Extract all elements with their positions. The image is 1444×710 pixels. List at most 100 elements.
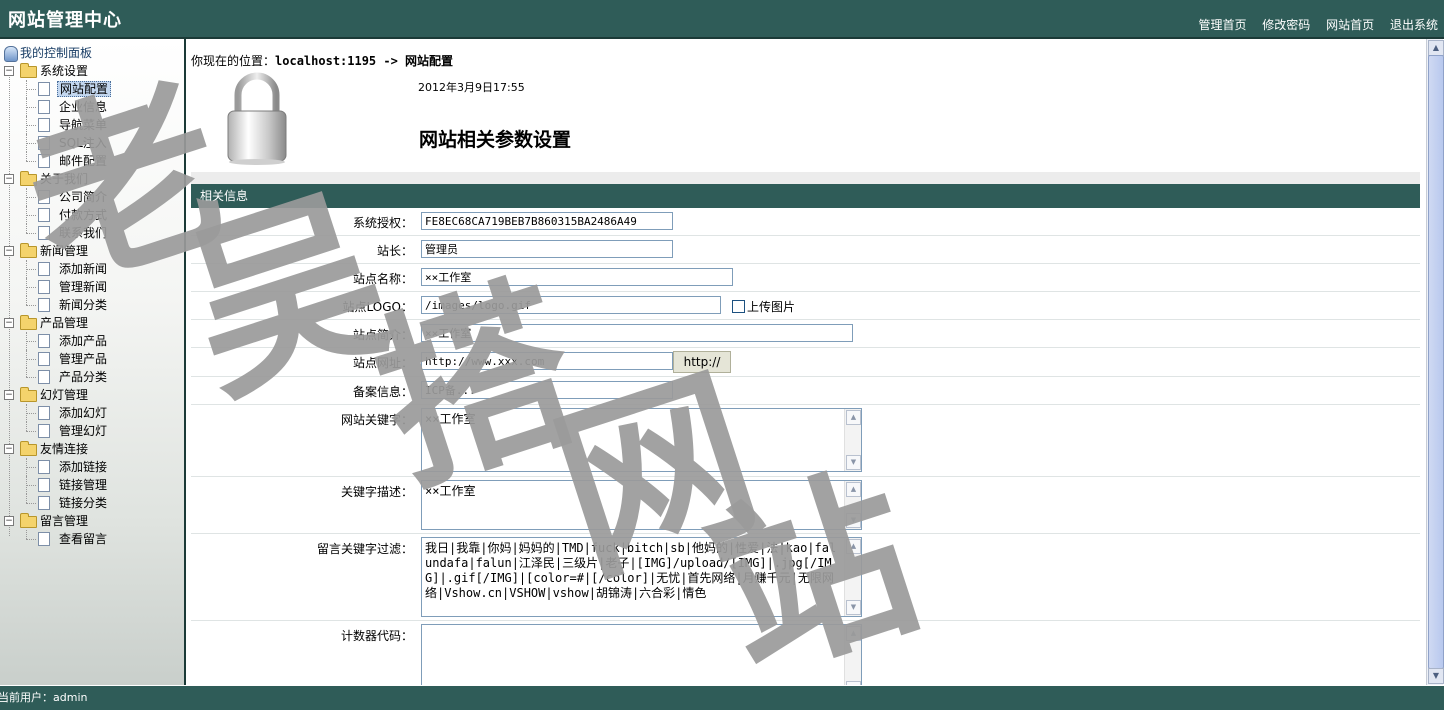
- top-header: 网站管理中心 管理首页 修改密码 网站首页 退出系统: [0, 0, 1444, 39]
- tree-item[interactable]: 链接分类: [0, 494, 184, 512]
- upload-checkbox[interactable]: [732, 300, 745, 313]
- collapse-icon[interactable]: −: [4, 174, 14, 184]
- icp-input[interactable]: ICP备...: [421, 381, 673, 399]
- tree-item[interactable]: 链接管理: [0, 476, 184, 494]
- tree-item[interactable]: 管理幻灯: [0, 422, 184, 440]
- textarea-scrollbar[interactable]: ▲▼: [844, 409, 861, 471]
- scroll-thumb[interactable]: [1428, 55, 1444, 669]
- breadcrumb: 你现在的位置：localhost:1195 -> 网站配置: [191, 54, 454, 68]
- folder-open-icon: [20, 315, 37, 330]
- tree-item[interactable]: 管理产品: [0, 350, 184, 368]
- http-button[interactable]: http://: [673, 351, 731, 373]
- tree-group-about[interactable]: − 关于我们: [0, 170, 184, 188]
- document-icon: [38, 118, 50, 132]
- document-icon: [38, 334, 50, 348]
- document-icon: [38, 82, 50, 96]
- document-icon: [38, 424, 50, 438]
- tree-item[interactable]: 企业信息: [0, 98, 184, 116]
- tree-group-slides[interactable]: − 幻灯管理: [0, 386, 184, 404]
- document-icon: [38, 298, 50, 312]
- owner-input[interactable]: 管理员: [421, 240, 673, 258]
- folder-open-icon: [20, 243, 37, 258]
- scroll-down-icon[interactable]: ▼: [846, 681, 861, 685]
- tree-group-system[interactable]: − 系统设置: [0, 62, 184, 80]
- scroll-up-icon[interactable]: ▲: [846, 410, 861, 425]
- nav-change-password[interactable]: 修改密码: [1262, 18, 1310, 32]
- tree-item[interactable]: 添加产品: [0, 332, 184, 350]
- scroll-down-icon[interactable]: ▼: [846, 600, 861, 615]
- document-icon: [38, 262, 50, 276]
- scroll-down-icon[interactable]: ▼: [846, 455, 861, 470]
- collapse-icon[interactable]: −: [4, 390, 14, 400]
- collapse-icon[interactable]: −: [4, 516, 14, 526]
- divider: [191, 172, 1420, 184]
- collapse-icon[interactable]: −: [4, 444, 14, 454]
- scroll-up-icon[interactable]: ▲: [846, 626, 861, 641]
- scroll-up-icon[interactable]: ▲: [1428, 40, 1444, 56]
- tree-item[interactable]: 导航菜单: [0, 116, 184, 134]
- document-icon: [38, 226, 50, 240]
- form-row-intro: 站点简介： ××工作室: [191, 320, 1420, 348]
- counter-textarea[interactable]: ▲▼: [421, 624, 862, 685]
- current-user: 当前用户：admin: [0, 691, 88, 704]
- tree-group-products[interactable]: − 产品管理: [0, 314, 184, 332]
- tree-item[interactable]: 添加幻灯: [0, 404, 184, 422]
- tree-root[interactable]: 我的控制面板: [0, 44, 184, 62]
- tree-group-news[interactable]: − 新闻管理: [0, 242, 184, 260]
- tree-item[interactable]: 添加新闻: [0, 260, 184, 278]
- document-icon: [38, 406, 50, 420]
- intro-input[interactable]: ××工作室: [421, 324, 853, 342]
- form-row-license: 系统授权： FE8EC68CA719BEB7B860315BA2486A49: [191, 208, 1420, 236]
- tree-item[interactable]: 付款方式: [0, 206, 184, 224]
- scroll-down-icon[interactable]: ▼: [1428, 668, 1444, 684]
- tree-group-links[interactable]: − 友情连接: [0, 440, 184, 458]
- nav-site-home[interactable]: 网站首页: [1326, 18, 1374, 32]
- tree-item[interactable]: 管理新闻: [0, 278, 184, 296]
- document-icon: [38, 532, 50, 546]
- tree-item[interactable]: 新闻分类: [0, 296, 184, 314]
- textarea-scrollbar[interactable]: ▲▼: [844, 481, 861, 529]
- page-title: 网站相关参数设置: [419, 129, 572, 151]
- tree-item[interactable]: 添加链接: [0, 458, 184, 476]
- main-content: 你现在的位置：localhost:1195 -> 网站配置 2012年3月9日1…: [186, 39, 1426, 685]
- filter-textarea[interactable]: 我日|我靠|你妈|妈妈的|TMD|fuck|bitch|sb|他妈的|性爱|法|…: [421, 537, 862, 617]
- tree-item[interactable]: 产品分类: [0, 368, 184, 386]
- document-icon: [38, 478, 50, 492]
- keywords-textarea[interactable]: ××工作室 ▲ ▼: [421, 408, 862, 472]
- sitename-input[interactable]: ××工作室: [421, 268, 733, 286]
- document-icon: [38, 100, 50, 114]
- tree-item-site-config[interactable]: 网站配置: [0, 80, 184, 98]
- form-row-counter: 计数器代码： ▲▼: [191, 621, 1420, 685]
- folder-open-icon: [20, 513, 37, 528]
- logo-input[interactable]: /images/logo.gif: [421, 296, 721, 314]
- control-panel-icon: [4, 46, 18, 62]
- textarea-scrollbar[interactable]: ▲▼: [844, 538, 861, 616]
- tree-group-messages[interactable]: − 留言管理: [0, 512, 184, 530]
- tree-item[interactable]: 查看留言: [0, 530, 184, 548]
- textarea-scrollbar[interactable]: ▲▼: [844, 625, 861, 685]
- description-textarea[interactable]: ××工作室 ▲ ▼: [421, 480, 862, 530]
- scroll-up-icon[interactable]: ▲: [846, 539, 861, 554]
- collapse-icon[interactable]: −: [4, 318, 14, 328]
- license-input[interactable]: FE8EC68CA719BEB7B860315BA2486A49: [421, 212, 673, 230]
- scroll-down-icon[interactable]: ▼: [846, 513, 861, 528]
- section-header: 相关信息: [191, 184, 1420, 208]
- document-icon: [38, 208, 50, 222]
- collapse-icon[interactable]: −: [4, 66, 14, 76]
- nav-admin-home[interactable]: 管理首页: [1198, 18, 1246, 32]
- tree-item[interactable]: SQL注入: [0, 134, 184, 152]
- url-input[interactable]: http://www.xxx.com: [421, 352, 673, 370]
- form-row-filter: 留言关键字过滤： 我日|我靠|你妈|妈妈的|TMD|fuck|bitch|sb|…: [191, 534, 1420, 621]
- collapse-icon[interactable]: −: [4, 246, 14, 256]
- folder-open-icon: [20, 441, 37, 456]
- upload-label: 上传图片: [747, 300, 796, 314]
- tree-item[interactable]: 邮件配置: [0, 152, 184, 170]
- tree-item[interactable]: 联系我们: [0, 224, 184, 242]
- page-scrollbar[interactable]: ▲ ▼: [1426, 39, 1444, 685]
- scroll-up-icon[interactable]: ▲: [846, 482, 861, 497]
- folder-open-icon: [20, 63, 37, 78]
- nav-logout[interactable]: 退出系统: [1390, 18, 1438, 32]
- document-icon: [38, 496, 50, 510]
- tree-item[interactable]: 公司简介: [0, 188, 184, 206]
- settings-form: 系统授权： FE8EC68CA719BEB7B860315BA2486A49 站…: [191, 208, 1420, 685]
